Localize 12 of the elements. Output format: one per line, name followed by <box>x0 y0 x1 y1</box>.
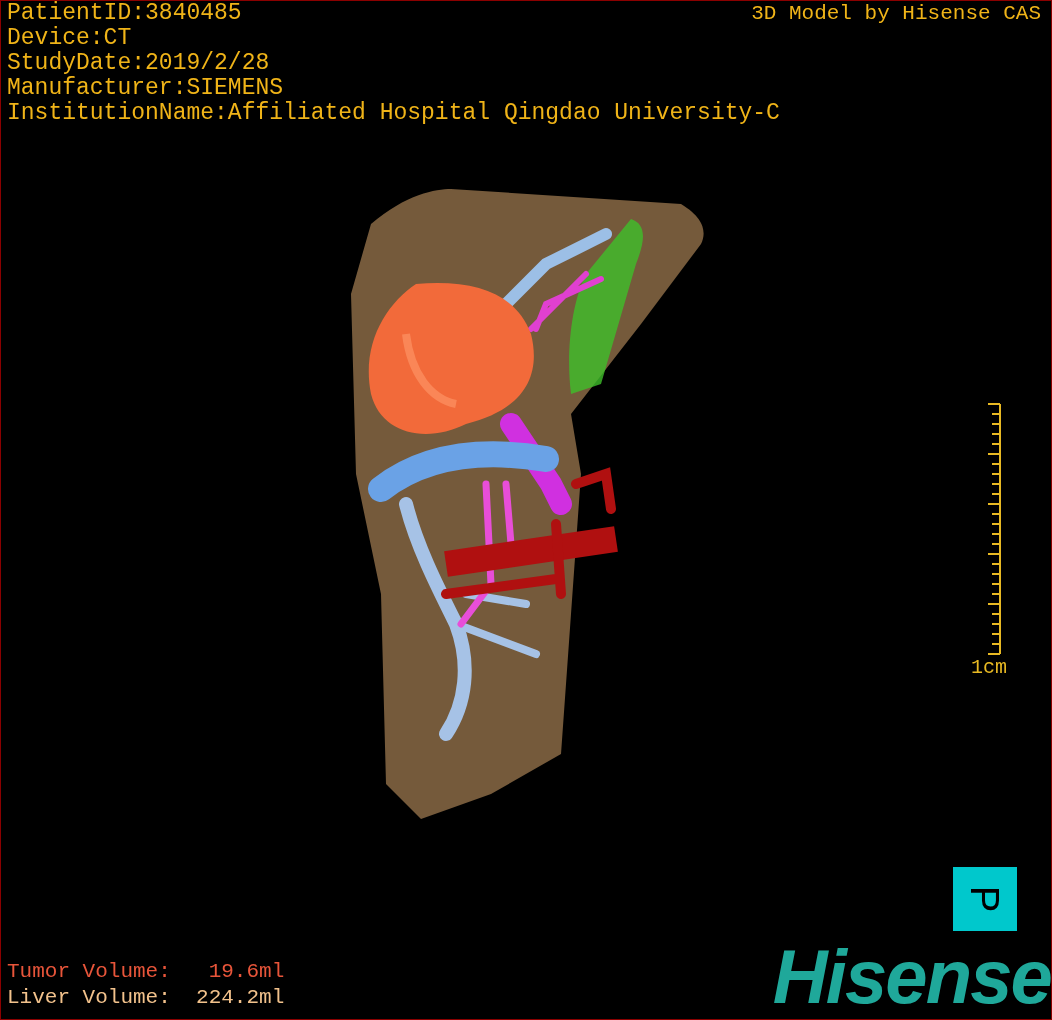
orientation-label: P <box>965 885 1005 913</box>
patient-info-text: Manufacturer:SIEMENS <box>7 76 285 101</box>
patient-info-text: PatientID:3840485 <box>7 1 242 26</box>
scale-label: 1cm <box>971 656 1007 680</box>
brand-logo: Hisense <box>772 939 1051 1015</box>
credit-text: 3D Model by Hisense CAS <box>751 1 1041 26</box>
volume-text: Liver Volume: 224.2ml <box>7 985 285 1011</box>
volume-text: Tumor Volume: 19.6ml <box>7 959 285 985</box>
scale-ruler-icon <box>986 402 1002 656</box>
patient-info-text: Device:CT <box>7 26 133 51</box>
patient-info-text: StudyDate:2019/2/28 <box>7 51 271 76</box>
patient-info-text: InstitutionName:Affiliated Hospital Qingdao University-C <box>7 101 781 126</box>
